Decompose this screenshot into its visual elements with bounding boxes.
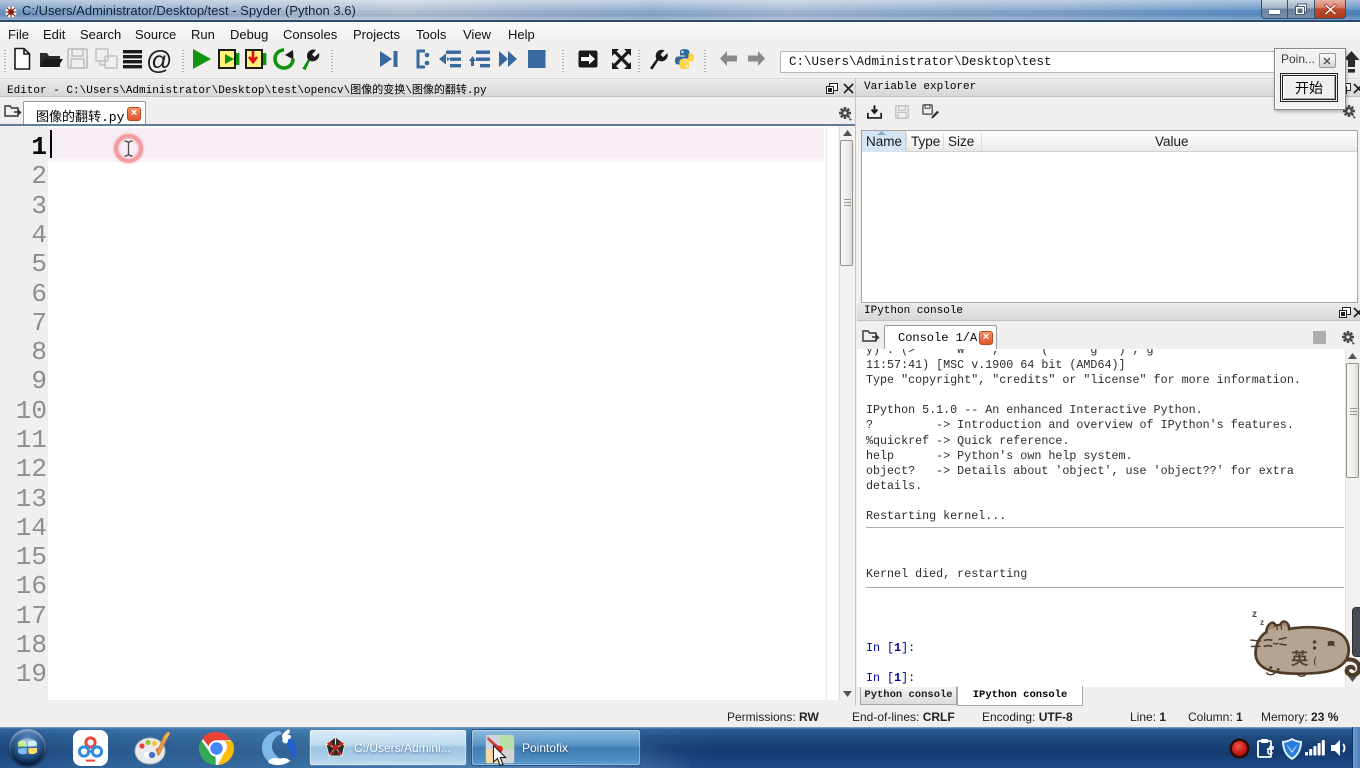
svg-text:英: 英 <box>1291 649 1309 668</box>
svg-text:z: z <box>1260 618 1264 627</box>
svg-text:z: z <box>1252 609 1257 620</box>
